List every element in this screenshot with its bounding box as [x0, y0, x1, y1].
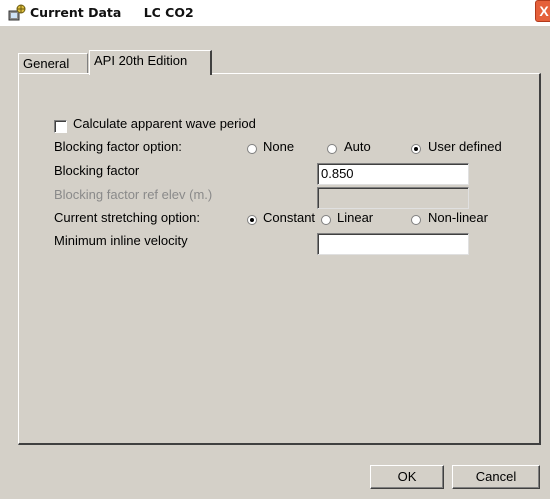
min-velocity-input[interactable]: [317, 233, 469, 255]
blocking-factor-input[interactable]: 0.850: [317, 163, 469, 185]
blocking-user-defined-label: User defined: [428, 139, 502, 154]
stretching-option-label: Current stretching option:: [54, 210, 200, 225]
app-icon: [8, 4, 26, 21]
calc-wave-label: Calculate apparent wave period: [73, 116, 256, 131]
title-bar: Current Data LC CO2 X: [0, 0, 550, 26]
window-title-text: Current Data: [30, 5, 122, 20]
blocking-user-defined-radio[interactable]: [411, 144, 421, 154]
stretching-constant-radio[interactable]: [247, 215, 257, 225]
dialog-body: General API 20th Edition Calculate appar…: [0, 26, 550, 499]
cancel-button-label: Cancel: [475, 469, 517, 484]
blocking-none-label: None: [263, 139, 295, 154]
stretching-linear-label: Linear: [337, 210, 374, 225]
blocking-auto-radio[interactable]: [327, 144, 337, 154]
cancel-button[interactable]: Cancel: [452, 465, 540, 489]
tab-general[interactable]: General: [18, 53, 88, 73]
stretching-nonlinear-label: Non-linear: [428, 210, 488, 225]
tab-general-label: General: [23, 56, 70, 71]
stretching-nonlinear-radio[interactable]: [411, 215, 421, 225]
min-velocity-label: Minimum inline velocity: [54, 233, 188, 248]
calc-wave-checkbox[interactable]: [54, 120, 67, 133]
blocking-ref-elev-label: Blocking factor ref elev (m.): [54, 187, 213, 202]
close-button[interactable]: X: [535, 0, 550, 22]
window-title: Current Data LC CO2: [30, 5, 194, 20]
blocking-auto-label: Auto: [344, 139, 371, 154]
blocking-option-label: Blocking factor option:: [54, 139, 182, 154]
blocking-ref-elev-input: [317, 187, 469, 209]
blocking-none-radio[interactable]: [247, 144, 257, 154]
ok-button-label: OK: [397, 469, 417, 484]
ok-button[interactable]: OK: [370, 465, 444, 489]
tab-api-20th-edition[interactable]: API 20th Edition: [89, 50, 212, 75]
blocking-factor-label: Blocking factor: [54, 163, 140, 178]
tab-panel: Calculate apparent wave period Blocking …: [18, 73, 541, 445]
stretching-constant-label: Constant: [263, 210, 316, 225]
tab-api-label: API 20th Edition: [94, 53, 188, 68]
close-icon: X: [539, 3, 549, 19]
stretching-linear-radio[interactable]: [321, 215, 331, 225]
window-subtitle: LC CO2: [143, 5, 194, 20]
